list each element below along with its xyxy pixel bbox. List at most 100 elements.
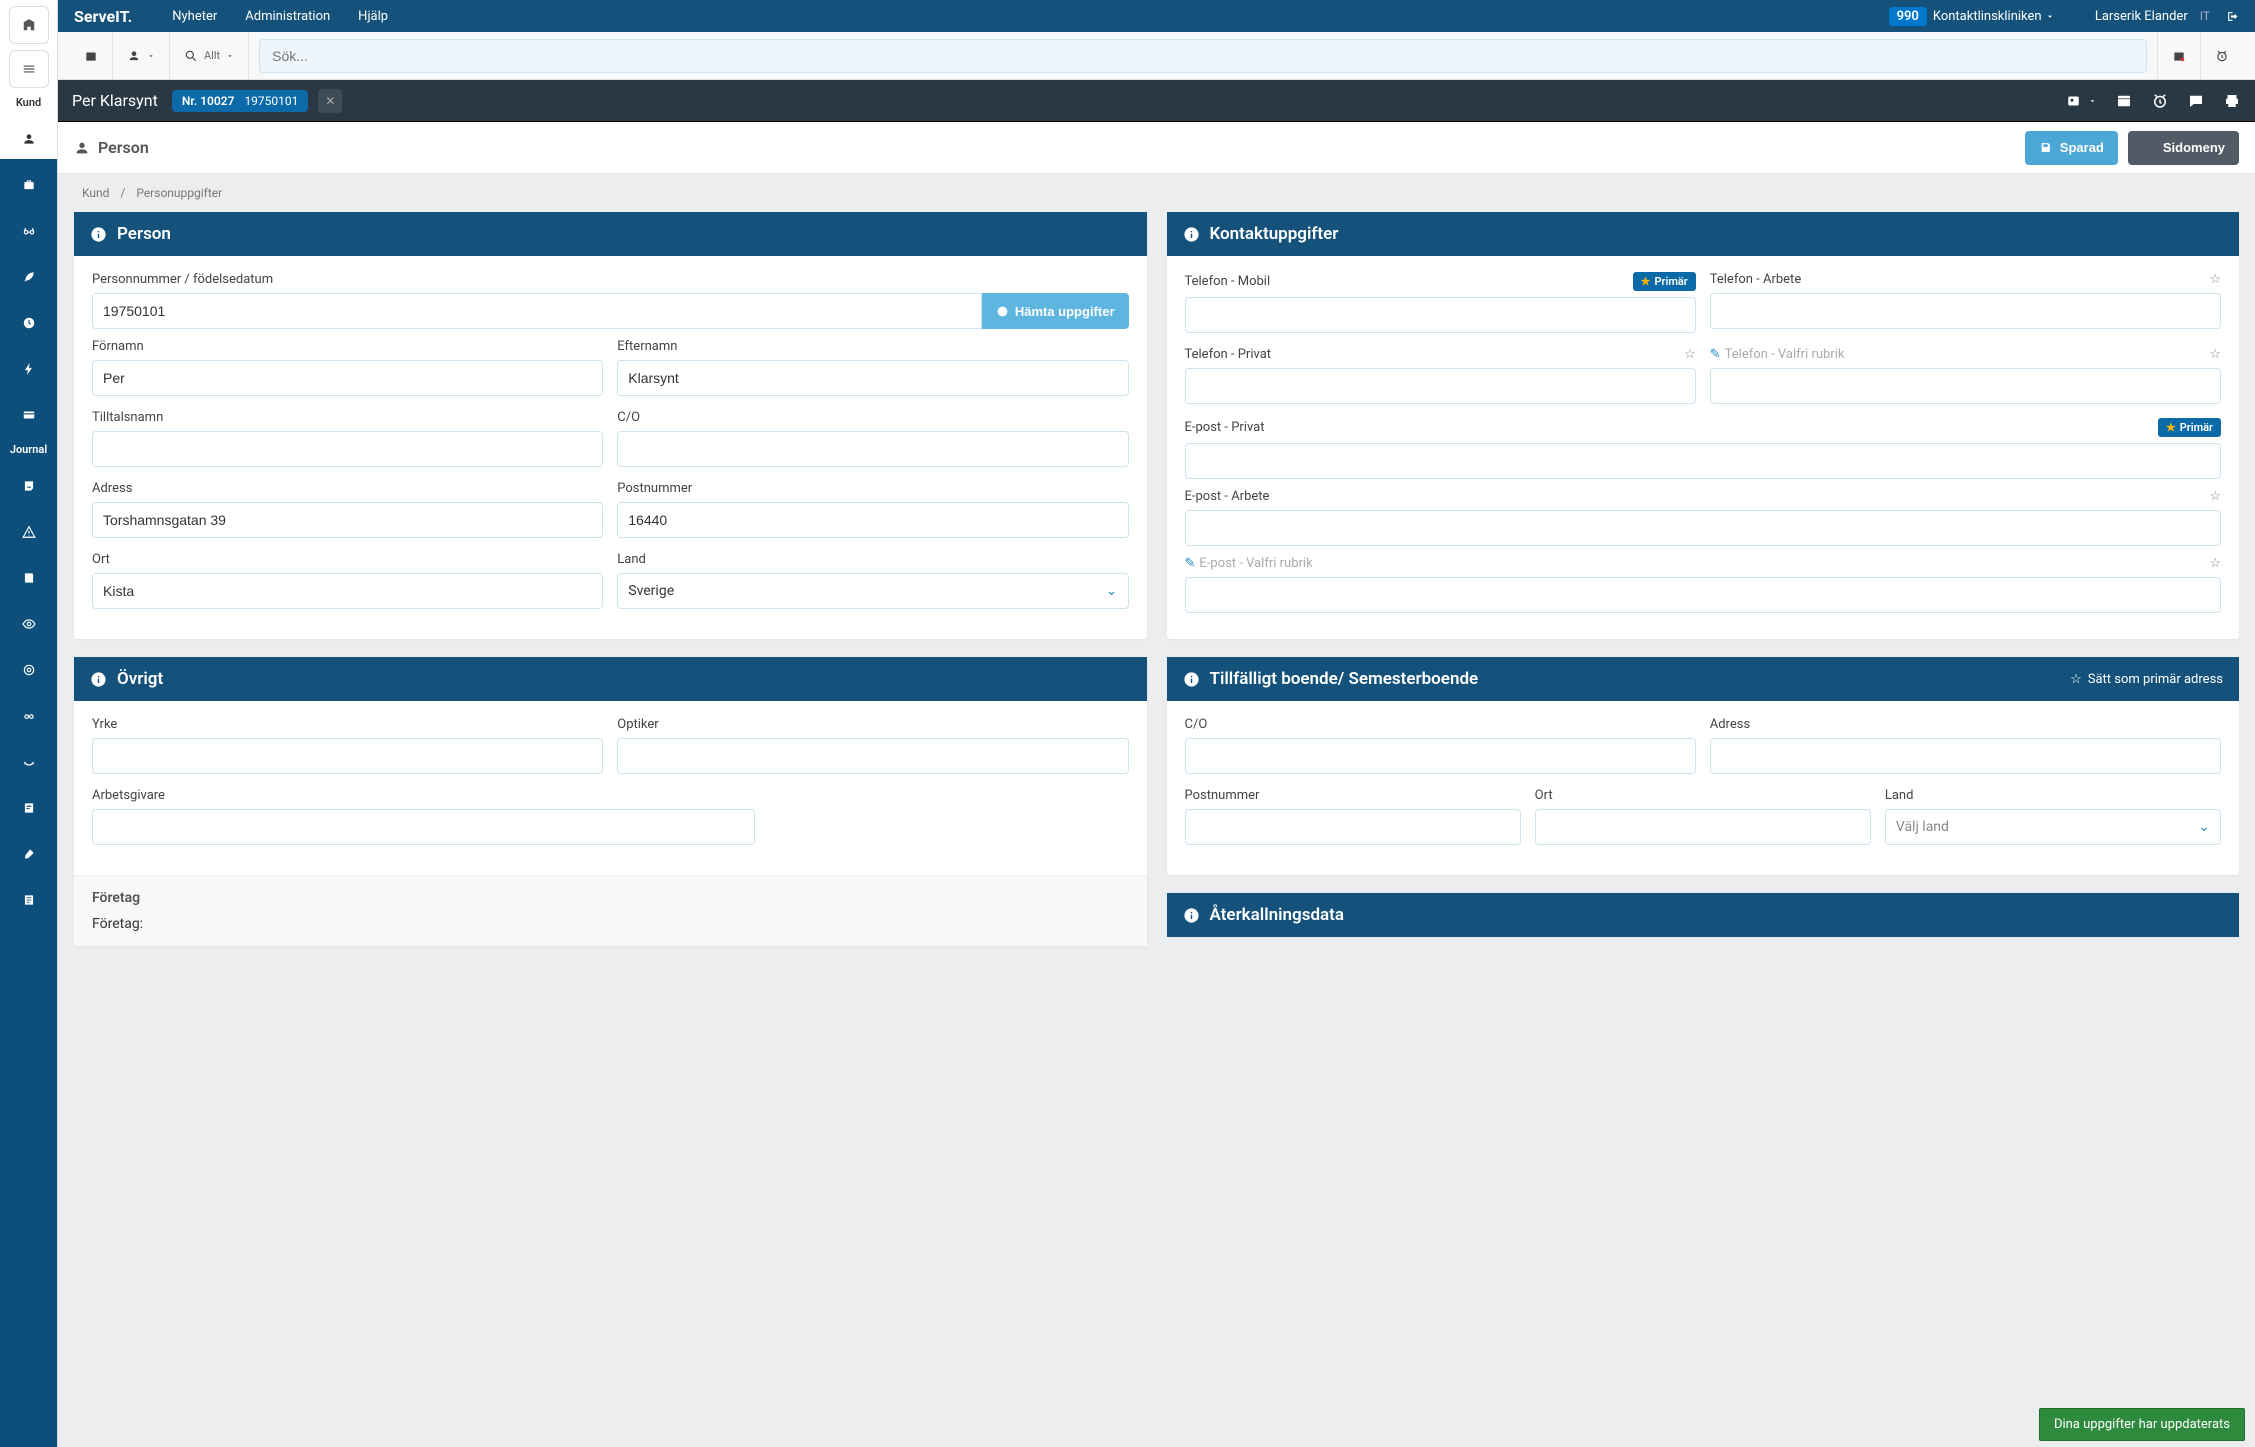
rail-icon-brush[interactable] [0, 834, 57, 874]
temp-co-label: C/O [1185, 717, 1696, 732]
crumb-kund[interactable]: Kund [82, 186, 109, 200]
postnr-label: Postnummer [617, 481, 1128, 496]
rail-icon-goggles[interactable] [0, 696, 57, 736]
topbar: ServeIT. Nyheter Administration Hjälp 99… [58, 0, 2255, 32]
adress-input[interactable] [92, 502, 603, 538]
rail-icon-person[interactable] [0, 119, 57, 159]
optiker-input[interactable] [617, 738, 1128, 774]
panel-title: Övrigt [117, 669, 163, 689]
rail-icon-note[interactable] [0, 466, 57, 506]
clinic-badge: 990 [1889, 7, 1927, 26]
close-customer-button[interactable]: ✕ [318, 89, 342, 113]
star-toggle[interactable]: ☆ [1684, 347, 1696, 362]
ort-label: Ort [92, 552, 603, 567]
ovrigt-panel: Övrigt Yrke Optiker [74, 657, 1147, 946]
alarm-button[interactable] [2200, 32, 2243, 80]
rail-icon-card[interactable] [0, 395, 57, 435]
tel-custom-input[interactable] [1710, 368, 2221, 404]
pencil-icon[interactable]: ✎ [1710, 347, 1721, 362]
epost-custom-label: E-post - Valfri rubrik [1199, 556, 1312, 571]
temp-co-input[interactable] [1185, 738, 1696, 774]
rail-icon-feather[interactable] [0, 257, 57, 297]
cust-print-button[interactable] [2223, 90, 2241, 111]
nav-nyheter[interactable]: Nyheter [172, 9, 217, 24]
building-icon [22, 18, 36, 32]
foretag-label: Företag: [92, 916, 1129, 932]
tilltal-input[interactable] [92, 431, 603, 467]
info-icon [1183, 671, 1200, 688]
window-icon [2115, 92, 2133, 110]
yrke-label: Yrke [92, 717, 603, 732]
caret-down-icon [2088, 92, 2097, 110]
epost-privat-input[interactable] [1185, 443, 2222, 479]
card-icon [22, 408, 36, 422]
rail-icon-glasses[interactable] [0, 211, 57, 251]
arbetsgivare-input[interactable] [92, 809, 755, 845]
nav-administration[interactable]: Administration [245, 9, 330, 24]
menu-button[interactable] [9, 50, 49, 88]
rail-icon-warning[interactable] [0, 512, 57, 552]
yrke-input[interactable] [92, 738, 603, 774]
rail-icon-list[interactable] [0, 880, 57, 920]
star-toggle[interactable]: ☆ [2209, 556, 2221, 571]
nav-hjalp[interactable]: Hjälp [358, 9, 388, 24]
ort-input[interactable] [92, 573, 603, 609]
cust-window-button[interactable] [2115, 90, 2133, 111]
home-button[interactable] [9, 6, 49, 44]
page-header: Person Sparad Sidomeny [58, 122, 2255, 174]
land-label: Land [617, 552, 1128, 567]
calendar-alert-button[interactable] [2157, 32, 2200, 80]
pnr-input[interactable] [92, 293, 982, 329]
temp-postnr-input[interactable] [1185, 809, 1521, 845]
set-primary-button[interactable]: ☆ Sätt som primär adress [2070, 672, 2223, 687]
pencil-icon[interactable]: ✎ [1185, 556, 1196, 571]
rail-icon-eyelash[interactable] [0, 742, 57, 782]
rail-icon-briefcase[interactable] [0, 165, 57, 205]
efternamn-input[interactable] [617, 360, 1128, 396]
epost-arbete-input[interactable] [1185, 510, 2222, 546]
rail-icon-report[interactable] [0, 788, 57, 828]
star-toggle[interactable]: ☆ [2209, 489, 2221, 504]
customer-name: Per Klarsynt [72, 91, 158, 110]
temp-adress-input[interactable] [1710, 738, 2221, 774]
epost-privat-label: E-post - Privat [1185, 420, 1265, 435]
postnr-input[interactable] [617, 502, 1128, 538]
rail-icon-clock[interactable] [0, 303, 57, 343]
rail-icon-target[interactable] [0, 650, 57, 690]
fornamn-input[interactable] [92, 360, 603, 396]
epost-custom-input[interactable] [1185, 577, 2222, 613]
customer-id-pill: Nr. 10027 19750101 [172, 90, 309, 112]
tel-mobil-input[interactable] [1185, 297, 1696, 333]
star-toggle[interactable]: ☆ [2209, 347, 2221, 362]
rail-icon-eye[interactable] [0, 604, 57, 644]
co-label: C/O [617, 410, 1128, 425]
co-input[interactable] [617, 431, 1128, 467]
primary-badge[interactable]: ★Primär [1633, 272, 1696, 291]
cust-alarm-button[interactable] [2151, 90, 2169, 111]
temp-ort-input[interactable] [1535, 809, 1871, 845]
calendar-button[interactable] [70, 32, 113, 80]
cust-message-button[interactable] [2187, 90, 2205, 111]
fetch-button[interactable]: Hämta uppgifter [982, 293, 1129, 329]
temp-address-panel: Tillfälligt boende/ Semesterboende ☆ Sät… [1167, 657, 2240, 875]
rail-icon-bolt[interactable] [0, 349, 57, 389]
caret-down-icon [226, 49, 234, 63]
clinic-selector[interactable]: Kontaktlinskliniken [1933, 9, 2055, 24]
search-input[interactable] [259, 39, 2147, 73]
logout-button[interactable] [2226, 9, 2239, 24]
primary-badge[interactable]: ★Primär [2158, 418, 2221, 437]
temp-land-select[interactable]: Välj land ⌄ [1885, 809, 2221, 845]
star-toggle[interactable]: ☆ [2209, 272, 2221, 287]
saved-button[interactable]: Sparad [2025, 131, 2118, 165]
tel-privat-label: Telefon - Privat [1185, 347, 1272, 362]
cust-id-button[interactable] [2066, 90, 2097, 111]
land-select[interactable]: Sverige ⌄ [617, 573, 1128, 609]
search-filter-button[interactable]: Allt [170, 32, 249, 80]
foretag-subsection: Företag Företag: [74, 875, 1147, 946]
fornamn-label: Förnamn [92, 339, 603, 354]
rail-icon-book[interactable] [0, 558, 57, 598]
sidemenu-button[interactable]: Sidomeny [2128, 131, 2239, 165]
tel-arbete-input[interactable] [1710, 293, 2221, 329]
tel-privat-input[interactable] [1185, 368, 1696, 404]
user-menu-button[interactable] [113, 32, 170, 80]
